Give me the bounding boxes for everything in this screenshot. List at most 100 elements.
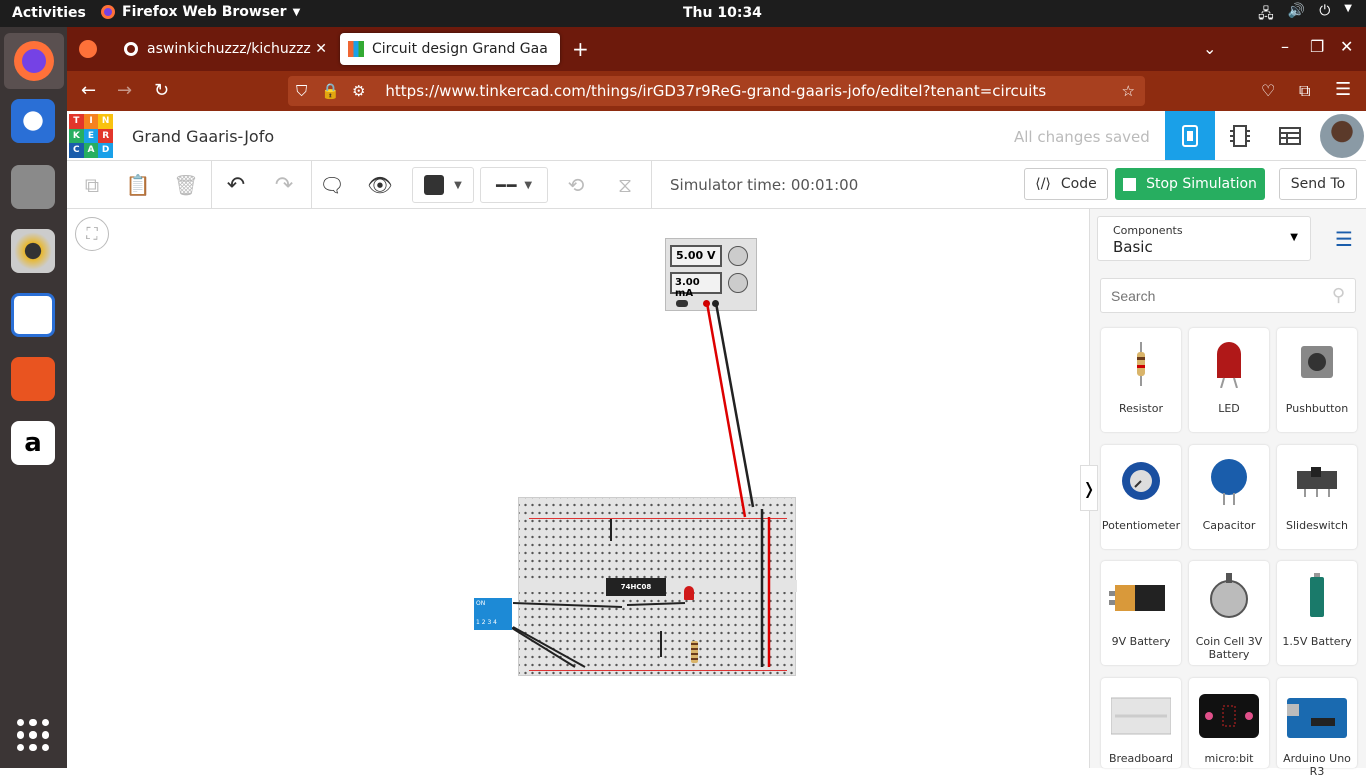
- show-apps-icon[interactable]: [17, 719, 49, 751]
- dock: a: [0, 27, 67, 768]
- components-panel: Components Basic ▼ ☰ ⚲ ❭ Resistor LED Pu…: [1080, 209, 1366, 778]
- code-icon: ⟨/⟩: [1035, 176, 1051, 192]
- wire-type-icon: ━ ━: [495, 175, 516, 195]
- note-icon: 🗨: [319, 173, 345, 197]
- close-window-icon[interactable]: ✕: [1340, 37, 1353, 56]
- redo-button[interactable]: ↷: [267, 167, 301, 203]
- activities-button[interactable]: Activities: [12, 5, 86, 21]
- delete-button[interactable]: 🗑: [169, 167, 203, 203]
- circuit-view-button[interactable]: [1165, 111, 1215, 160]
- coin-cell-icon: [1210, 573, 1248, 618]
- rotate-button[interactable]: ⟲: [559, 167, 593, 203]
- dock-files-icon[interactable]: [11, 165, 55, 209]
- power-supply[interactable]: 5.00 V 3.00 mA: [665, 238, 757, 311]
- circuit-canvas[interactable]: ⛶ 5.00 V 3.00 mA 74HC08 ON 1 2 3 4: [67, 209, 1089, 768]
- new-tab-icon[interactable]: +: [572, 37, 589, 61]
- design-title[interactable]: Grand Gaaris-Jofo: [132, 127, 274, 146]
- clock[interactable]: Thu 10:34: [683, 5, 762, 21]
- copy-icon: ⧉: [84, 173, 100, 197]
- tab-github[interactable]: aswinkichuzzz/kichuzzz ✕: [115, 33, 335, 65]
- dip-switch[interactable]: ON 1 2 3 4: [474, 598, 512, 630]
- paste-button[interactable]: 📋: [121, 167, 155, 203]
- dock-amazon-icon[interactable]: a: [11, 421, 55, 465]
- component-card-1-5v-battery[interactable]: 1.5V Battery: [1277, 561, 1357, 665]
- network-icon: 🖧: [1258, 6, 1274, 22]
- led-icon: [1217, 342, 1241, 388]
- component-card-microbit[interactable]: micro:bit: [1189, 678, 1269, 768]
- schematic-view-button[interactable]: [1215, 111, 1265, 160]
- current-knob[interactable]: [728, 273, 748, 293]
- system-tray[interactable]: 🖧 🔊 ⏻ ▼: [1258, 3, 1352, 27]
- dock-thunderbird-icon[interactable]: [11, 99, 55, 143]
- search-input[interactable]: [1101, 279, 1311, 312]
- component-card-capacitor[interactable]: Capacitor: [1189, 445, 1269, 549]
- back-icon[interactable]: ←: [81, 80, 96, 101]
- breadboard-icon: [1111, 697, 1171, 735]
- github-icon: [124, 42, 138, 56]
- tinkercad-header: TIN KER CAD Grand Gaaris-Jofo All change…: [67, 111, 1366, 161]
- dock-writer-icon[interactable]: [11, 293, 55, 337]
- component-list-view-button[interactable]: [1265, 111, 1315, 160]
- reload-icon[interactable]: ↻: [154, 80, 169, 101]
- firefox-view-icon[interactable]: [79, 40, 97, 58]
- send-to-label: Send To: [1290, 176, 1346, 192]
- component-card-resistor[interactable]: Resistor: [1101, 328, 1181, 432]
- menu-icon[interactable]: ☰: [1335, 79, 1351, 100]
- chevron-down-icon: ▼: [524, 179, 533, 191]
- list-tabs-icon[interactable]: ⌄: [1203, 39, 1216, 58]
- collapse-panel-handle[interactable]: ❭: [1080, 465, 1098, 511]
- stop-simulation-button[interactable]: Stop Simulation: [1115, 168, 1265, 200]
- voltage-knob[interactable]: [728, 246, 748, 266]
- tab-circuit-design[interactable]: Circuit design Grand Gaa: [340, 33, 560, 65]
- aa-battery-icon: [1310, 573, 1324, 617]
- component-card-potentiometer[interactable]: Potentiometer: [1101, 445, 1181, 549]
- extensions-icon[interactable]: ⧉: [1299, 81, 1310, 101]
- positive-terminal[interactable]: [703, 300, 710, 307]
- dock-rhythmbox-icon[interactable]: [11, 229, 55, 273]
- dock-software-icon[interactable]: [11, 357, 55, 401]
- component-card-9v-battery[interactable]: 9V Battery: [1101, 561, 1181, 665]
- wire-type-picker[interactable]: ━ ━ ▼: [480, 167, 548, 203]
- pocket-icon[interactable]: ♡: [1261, 81, 1275, 100]
- resistor[interactable]: [691, 641, 698, 663]
- component-label: Potentiometer: [1101, 519, 1181, 532]
- code-button[interactable]: ⟨/⟩ Code: [1024, 168, 1108, 200]
- component-card-slideswitch[interactable]: Slideswitch: [1277, 445, 1357, 549]
- bookmark-star-icon[interactable]: ☆: [1122, 82, 1135, 100]
- list-view-toggle[interactable]: ☰: [1322, 216, 1366, 261]
- logic-chip[interactable]: 74HC08: [606, 578, 666, 596]
- component-label: Resistor: [1119, 402, 1163, 415]
- close-icon[interactable]: ✕: [315, 41, 327, 57]
- category-value: Basic: [1113, 238, 1153, 256]
- microbit-icon: [1199, 694, 1259, 738]
- component-label: Breadboard: [1108, 752, 1174, 765]
- url-bar[interactable]: ⛉ 🔒 ⚙ https://www.tinkercad.com/things/i…: [288, 76, 1145, 106]
- tinkercad-logo[interactable]: TIN KER CAD: [69, 114, 113, 158]
- firefox-icon: [101, 5, 115, 19]
- zoom-to-fit-button[interactable]: ⛶: [75, 217, 109, 251]
- current-display: 3.00 mA: [670, 272, 722, 299]
- toggle-notes-visibility-button[interactable]: 👁: [363, 167, 397, 203]
- undo-button[interactable]: ↶: [219, 167, 253, 203]
- power-switch[interactable]: [676, 300, 688, 307]
- category-dropdown[interactable]: Components Basic ▼: [1097, 216, 1311, 261]
- negative-terminal[interactable]: [712, 300, 719, 307]
- app-menu[interactable]: Firefox Web Browser ▼: [100, 4, 300, 20]
- avatar[interactable]: [1320, 114, 1364, 158]
- color-picker[interactable]: ▼: [412, 167, 474, 203]
- minimize-icon[interactable]: –: [1281, 37, 1289, 56]
- component-card-coin-cell[interactable]: Coin Cell 3V Battery: [1189, 561, 1269, 665]
- component-card-arduino[interactable]: Arduino Uno R3: [1277, 678, 1357, 778]
- led[interactable]: [684, 586, 694, 600]
- maximize-icon[interactable]: ❐: [1310, 37, 1324, 56]
- dock-firefox-icon[interactable]: [4, 33, 64, 89]
- component-card-breadboard[interactable]: Breadboard: [1101, 678, 1181, 768]
- search-field[interactable]: ⚲: [1100, 278, 1356, 313]
- copy-button[interactable]: ⧉: [75, 167, 109, 203]
- send-to-button[interactable]: Send To: [1279, 168, 1357, 200]
- 9v-battery-icon: [1109, 585, 1165, 611]
- component-card-led[interactable]: LED: [1189, 328, 1269, 432]
- notes-button[interactable]: 🗨: [315, 167, 349, 203]
- component-card-pushbutton[interactable]: Pushbutton: [1277, 328, 1357, 432]
- flip-button[interactable]: ⧖: [608, 167, 642, 203]
